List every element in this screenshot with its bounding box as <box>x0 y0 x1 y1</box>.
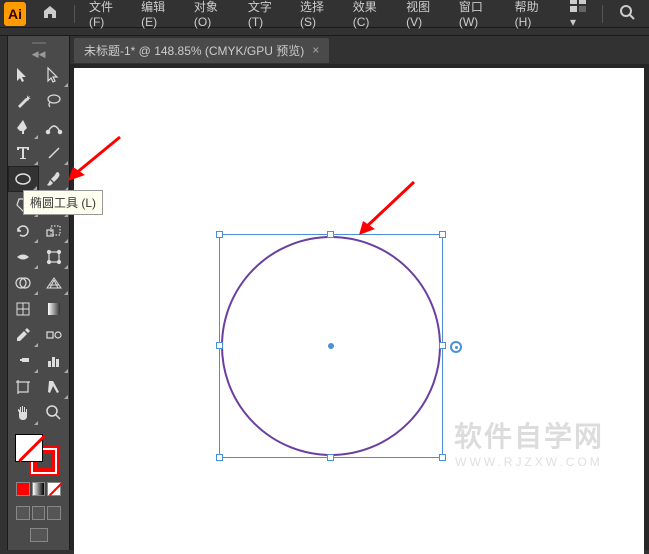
close-tab-icon[interactable]: × <box>312 43 319 57</box>
color-swatches <box>8 430 69 550</box>
resize-handle[interactable] <box>216 231 223 238</box>
arrange-documents-icon[interactable]: ▾ <box>570 0 586 29</box>
magic-wand-tool[interactable] <box>8 88 39 114</box>
app-logo: Ai <box>4 2 26 26</box>
resize-handle[interactable] <box>439 231 446 238</box>
menu-separator <box>602 5 603 23</box>
menu-help[interactable]: 帮助(H) <box>507 0 560 29</box>
zoom-tool[interactable] <box>39 400 70 426</box>
menu-edit[interactable]: 编辑(E) <box>133 0 186 29</box>
menu-window[interactable]: 窗口(W) <box>451 0 507 29</box>
tool-tooltip: 椭圆工具 (L) <box>23 190 103 215</box>
main-area: ◀◀ <box>0 36 649 550</box>
top-menu-bar: Ai 文件(F) 编辑(E) 对象(O) 文字(T) 选择(S) 效果(C) 视… <box>0 0 649 28</box>
width-tool[interactable] <box>8 244 39 270</box>
slice-tool[interactable] <box>39 374 70 400</box>
draw-inside[interactable] <box>47 506 61 520</box>
live-shape-widget[interactable] <box>450 341 462 353</box>
document-tab[interactable]: 未标题-1* @ 148.85% (CMYK/GPU 预览) × <box>74 38 329 63</box>
canvas-area[interactable]: 软件自学网 WWW.RJZXW.COM <box>70 64 649 550</box>
resize-handle[interactable] <box>216 342 223 349</box>
menu-select[interactable]: 选择(S) <box>292 0 345 29</box>
resize-handle[interactable] <box>439 454 446 461</box>
document-title: 未标题-1* @ 148.85% (CMYK/GPU 预览) <box>84 42 304 59</box>
direct-selection-tool[interactable] <box>39 62 70 88</box>
menu-view[interactable]: 视图(V) <box>398 0 451 29</box>
color-mode-solid[interactable] <box>16 482 30 496</box>
artboard[interactable]: 软件自学网 WWW.RJZXW.COM <box>74 68 644 554</box>
selection-tool[interactable] <box>8 62 39 88</box>
home-icon[interactable] <box>42 4 58 23</box>
left-edge <box>0 36 8 550</box>
resize-handle[interactable] <box>327 231 334 238</box>
type-tool[interactable] <box>8 140 39 166</box>
scale-tool[interactable] <box>39 218 70 244</box>
column-graph-tool[interactable] <box>39 348 70 374</box>
menu-file[interactable]: 文件(F) <box>81 0 133 29</box>
draw-normal[interactable] <box>16 506 30 520</box>
blend-tool[interactable] <box>39 322 70 348</box>
perspective-grid-tool[interactable] <box>39 270 70 296</box>
gradient-tool[interactable] <box>39 296 70 322</box>
annotation-arrow <box>349 177 419 240</box>
menu-separator <box>74 5 75 23</box>
watermark-line2: WWW.RJZXW.COM <box>454 455 604 469</box>
symbol-sprayer-tool[interactable] <box>8 348 39 374</box>
menu-object[interactable]: 对象(O) <box>186 0 240 29</box>
annotation-arrow <box>60 129 130 192</box>
document-tabs: 未标题-1* @ 148.85% (CMYK/GPU 预览) × <box>70 36 649 64</box>
color-mode-none[interactable] <box>47 482 61 496</box>
toolbox: ◀◀ <box>8 36 70 550</box>
watermark: 软件自学网 WWW.RJZXW.COM <box>454 415 604 469</box>
rotate-tool[interactable] <box>8 218 39 244</box>
color-mode-gradient[interactable] <box>32 482 46 496</box>
resize-handle[interactable] <box>216 454 223 461</box>
draw-behind[interactable] <box>32 506 46 520</box>
menu-effect[interactable]: 效果(C) <box>345 0 398 29</box>
free-transform-tool[interactable] <box>39 244 70 270</box>
shape-builder-tool[interactable] <box>8 270 39 296</box>
collapse-toggle[interactable]: ◀◀ <box>8 49 69 60</box>
watermark-line1: 软件自学网 <box>454 415 604 455</box>
workspace: 未标题-1* @ 148.85% (CMYK/GPU 预览) × <box>70 36 649 550</box>
screen-mode[interactable] <box>30 528 48 542</box>
resize-handle[interactable] <box>327 454 334 461</box>
eyedropper-tool[interactable] <box>8 322 39 348</box>
panel-grip[interactable] <box>8 40 69 45</box>
pen-tool[interactable] <box>8 114 39 140</box>
artboard-tool[interactable] <box>8 374 39 400</box>
resize-handle[interactable] <box>439 342 446 349</box>
mesh-tool[interactable] <box>8 296 39 322</box>
center-point <box>328 343 334 349</box>
hand-tool[interactable] <box>8 400 39 426</box>
ellipse-tool[interactable] <box>8 166 39 192</box>
lasso-tool[interactable] <box>39 88 70 114</box>
search-icon[interactable] <box>619 4 635 23</box>
menu-text[interactable]: 文字(T) <box>240 0 292 29</box>
fill-swatch[interactable] <box>15 434 43 462</box>
control-bar <box>0 28 649 36</box>
